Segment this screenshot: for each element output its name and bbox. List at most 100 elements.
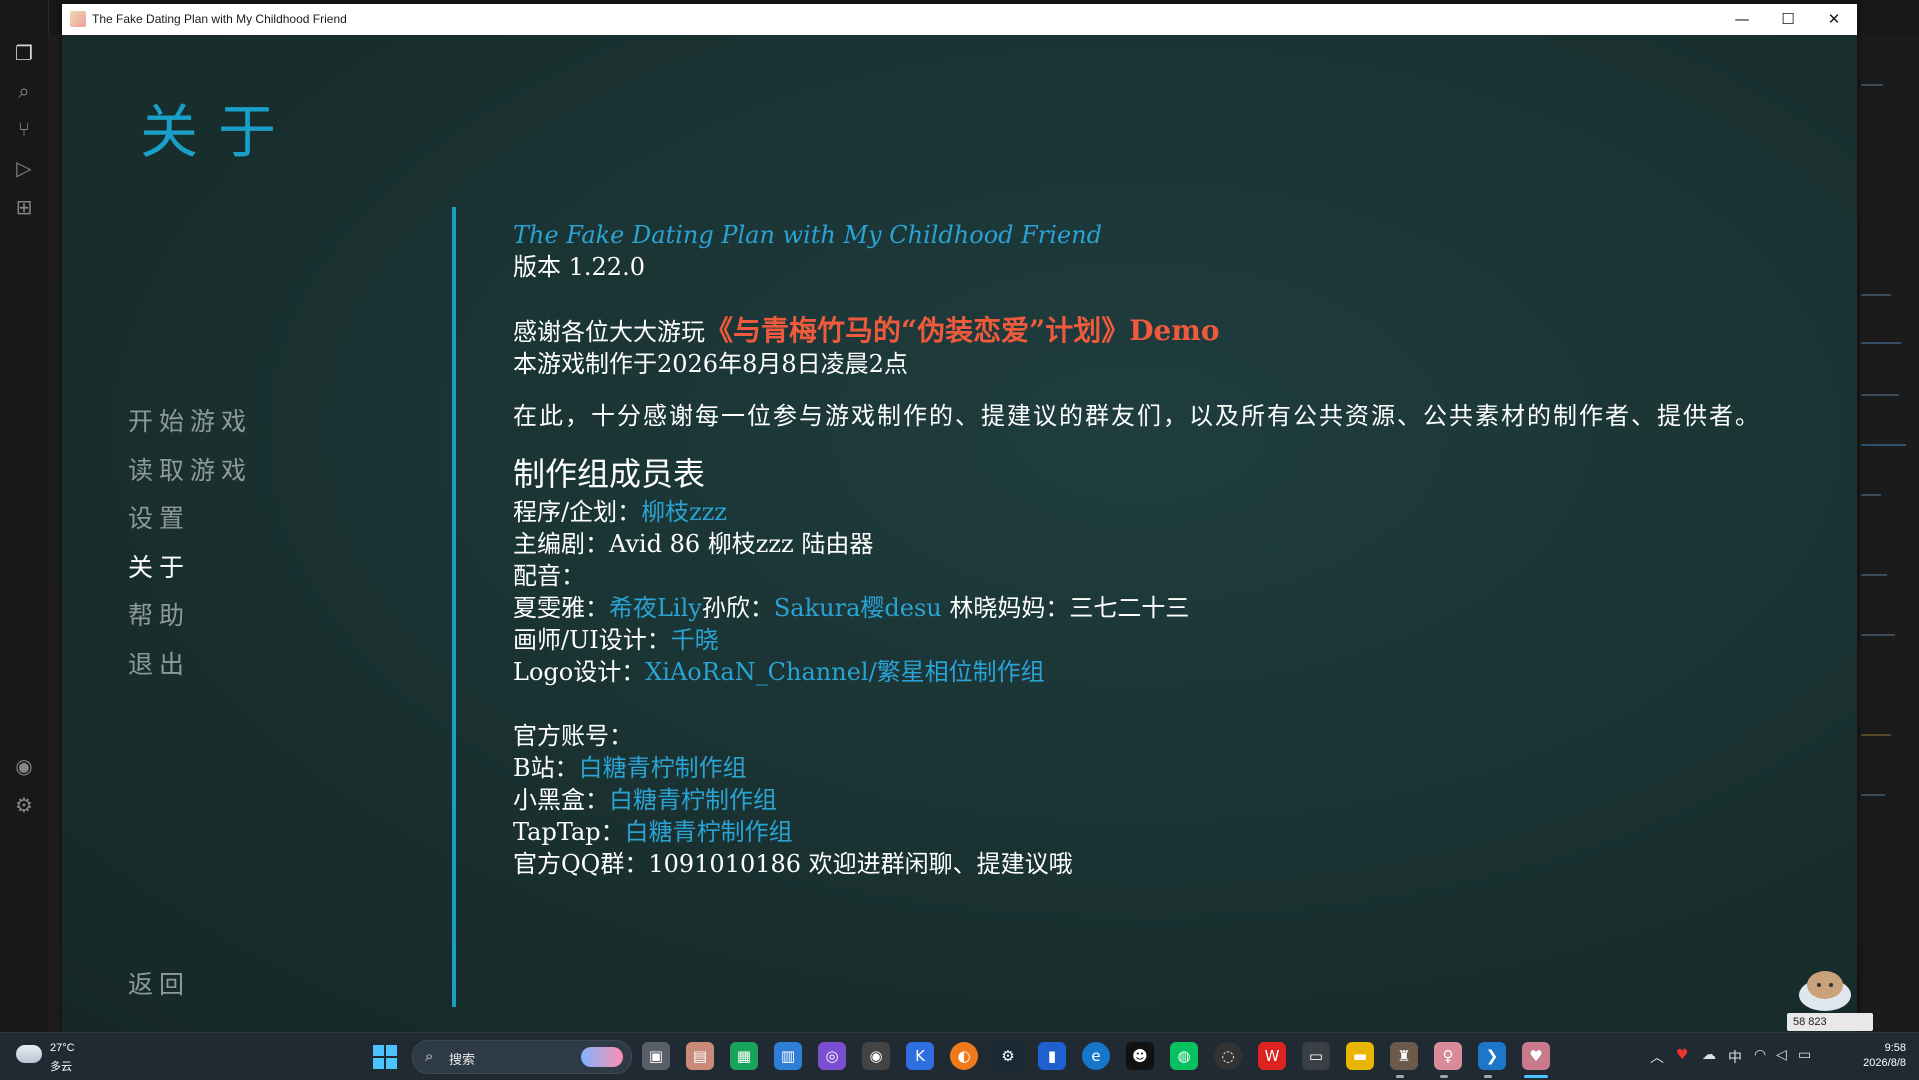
task-view-icon[interactable]: ▣ [642, 1042, 670, 1070]
account-icon[interactable]: ◉ [11, 753, 37, 779]
anime-app-icon[interactable]: ♀ [1434, 1042, 1462, 1070]
weather-widget[interactable]: 27°C 多云 [16, 1039, 106, 1075]
taptap-label: TapTap： [513, 818, 625, 846]
window-titlebar[interactable]: The Fake Dating Plan with My Childhood F… [62, 4, 1857, 36]
start-button[interactable] [373, 1045, 397, 1069]
menu-item-help[interactable]: 帮助 [128, 592, 252, 641]
game-app-icon[interactable]: ♜ [1390, 1042, 1418, 1070]
search-icon[interactable]: ⌕ [11, 78, 37, 104]
minimize-button[interactable]: — [1719, 4, 1765, 35]
bili-line: B站：白糖青柠制作组 [513, 752, 1813, 784]
vscode-gutter [48, 34, 62, 1032]
steam-icon[interactable]: ⚙ [994, 1042, 1022, 1070]
thanks-prefix: 感谢各位大大游玩 [513, 318, 705, 346]
search-label: 搜索 [449, 1053, 476, 1068]
taptap-link[interactable]: 白糖青柠制作组 [625, 818, 793, 846]
qq-icon[interactable]: ☻ [1126, 1042, 1154, 1070]
voice-line: 夏雯雅：希夜Lily孙欣：Sakura樱desu 林晓妈妈：三七二十三 [513, 592, 1813, 624]
weather-condition: 多云 [50, 1060, 72, 1073]
voice-actor-2-link[interactable]: Sakura樱desu [774, 594, 942, 622]
game-window: The Fake Dating Plan with My Childhood F… [62, 4, 1857, 1032]
settings-gear-icon[interactable]: ⚙ [11, 792, 37, 818]
artist-label: 画师/UI设计： [513, 626, 671, 654]
program-line: 程序/企划：柳枝zzz [513, 496, 1813, 528]
wechat-icon[interactable]: ◍ [1170, 1042, 1198, 1070]
search-icon: ⌕ [425, 1047, 434, 1065]
qq-group-line: 官方QQ群：1091010186 欢迎进群闲聊、提建议哦 [513, 850, 1073, 878]
cloud-sync-icon[interactable]: ☁ [1702, 1047, 1716, 1063]
running-indicator [1396, 1075, 1404, 1078]
taskbar-clock[interactable]: 9:58 2026/8/8 [1836, 1041, 1906, 1071]
menu-item-quit[interactable]: 退出 [128, 641, 252, 690]
purple-app-icon[interactable]: ◎ [818, 1042, 846, 1070]
logo-name-link[interactable]: XiAoRaN_Channel/繁星相位制作组 [645, 658, 1044, 686]
running-indicator [1484, 1075, 1492, 1078]
vscode-icon[interactable]: ❯ [1478, 1042, 1506, 1070]
extensions-icon[interactable]: ⊞ [11, 194, 37, 220]
voice-role-3: 林晓妈妈：三七二十三 [949, 594, 1190, 622]
back-button[interactable]: 返回 [128, 965, 190, 1001]
battery-icon[interactable]: ▭ [1798, 1047, 1811, 1063]
chevron-up-icon[interactable]: ︿ [1650, 1047, 1664, 1067]
fake-dating-game-icon[interactable]: ♥ [1522, 1042, 1550, 1070]
window-title: The Fake Dating Plan with My Childhood F… [92, 12, 347, 26]
voice-role-1: 夏雯雅： [513, 594, 609, 622]
menu-item-about[interactable]: 关于 [128, 544, 252, 593]
counter-badge: 58 823 [1787, 1013, 1873, 1031]
about-content: The Fake Dating Plan with My Childhood F… [513, 219, 1813, 880]
weather-temp: 27°C [50, 1042, 75, 1054]
running-indicator [1440, 1075, 1448, 1078]
explorer-icon[interactable]: ❐ [11, 40, 37, 66]
mascot-widget-icon[interactable] [1795, 955, 1855, 1015]
writer-line: 主编剧：Avid 86 柳枝zzz 陆由器 [513, 530, 874, 558]
menu-item-settings[interactable]: 设置 [128, 495, 252, 544]
wifi-icon[interactable]: ◠ [1754, 1047, 1766, 1063]
app-icon [70, 11, 86, 27]
source-control-icon[interactable]: ⑂ [11, 116, 37, 142]
green-app-icon[interactable]: ▦ [730, 1042, 758, 1070]
content-divider [452, 207, 456, 1007]
page-title: 关于 [140, 98, 297, 166]
xhh-link[interactable]: 白糖青柠制作组 [609, 786, 777, 814]
artist-name-link[interactable]: 千晓 [671, 626, 719, 654]
game-screen: 关于 开始游戏 读取游戏 设置 关于 帮助 退出 返回 The Fake Dat… [62, 35, 1857, 1032]
store-icon[interactable]: ▥ [774, 1042, 802, 1070]
program-label: 程序/企划： [513, 498, 642, 526]
thanks-game-title: 《与青梅竹马的“伪装恋爱”计划》Demo [705, 314, 1220, 347]
thanks-line: 感谢各位大大游玩《与青梅竹马的“伪装恋爱”计划》Demo [513, 315, 1813, 348]
menu-item-load[interactable]: 读取游戏 [128, 447, 252, 496]
bilibili-icon[interactable]: ▭ [1302, 1042, 1330, 1070]
search-highlight-icon [581, 1047, 623, 1067]
main-menu: 开始游戏 读取游戏 设置 关于 帮助 退出 [128, 398, 252, 689]
shield-app-icon[interactable]: ▮ [1038, 1042, 1066, 1070]
voice-actor-1-link[interactable]: 希夜Lily [609, 594, 702, 622]
ime-indicator[interactable]: 中 [1728, 1047, 1742, 1067]
circle-app-icon[interactable]: ◌ [1214, 1042, 1242, 1070]
logo-line: Logo设计：XiAoRaN_Channel/繁星相位制作组 [513, 656, 1813, 688]
menu-item-start[interactable]: 开始游戏 [128, 398, 252, 447]
volume-icon[interactable]: ◁ [1776, 1047, 1787, 1063]
program-name-link[interactable]: 柳枝zzz [641, 498, 727, 526]
run-debug-icon[interactable]: ▷ [11, 155, 37, 181]
bili-label: B站： [513, 754, 579, 782]
voice-label: 配音： [513, 562, 585, 590]
obs-icon[interactable]: ◉ [862, 1042, 890, 1070]
file-explorer-icon[interactable]: ▬ [1346, 1042, 1374, 1070]
maximize-button[interactable]: ☐ [1765, 4, 1811, 35]
wps-icon[interactable]: W [1258, 1042, 1286, 1070]
antivirus-icon[interactable]: ♥ [1676, 1047, 1689, 1063]
windows-taskbar: 27°C 多云 ⌕ 搜索 ▣ ▤ ▦ ▥ ◎ ◉ K ◐ ⚙ ▮ e ☻ ◍ ◌… [0, 1032, 1919, 1080]
bili-link[interactable]: 白糖青柠制作组 [579, 754, 747, 782]
logo-label: Logo设计： [513, 658, 646, 686]
edge-browser-icon[interactable]: e [1082, 1042, 1110, 1070]
close-button[interactable]: ✕ [1811, 4, 1857, 35]
xhh-line: 小黑盒：白糖青柠制作组 [513, 784, 1813, 816]
accounts-heading: 官方账号： [513, 722, 633, 750]
made-at-text: 本游戏制作于2026年8月8日凌晨2点 [513, 350, 908, 378]
taskbar-search[interactable]: ⌕ 搜索 [412, 1040, 632, 1074]
image-app-icon[interactable]: ▤ [686, 1042, 714, 1070]
vscode-minimap [1857, 34, 1919, 1032]
k-app-icon[interactable]: K [906, 1042, 934, 1070]
staff-heading: 制作组成员表 [513, 455, 706, 493]
orange-app-icon[interactable]: ◐ [950, 1042, 978, 1070]
